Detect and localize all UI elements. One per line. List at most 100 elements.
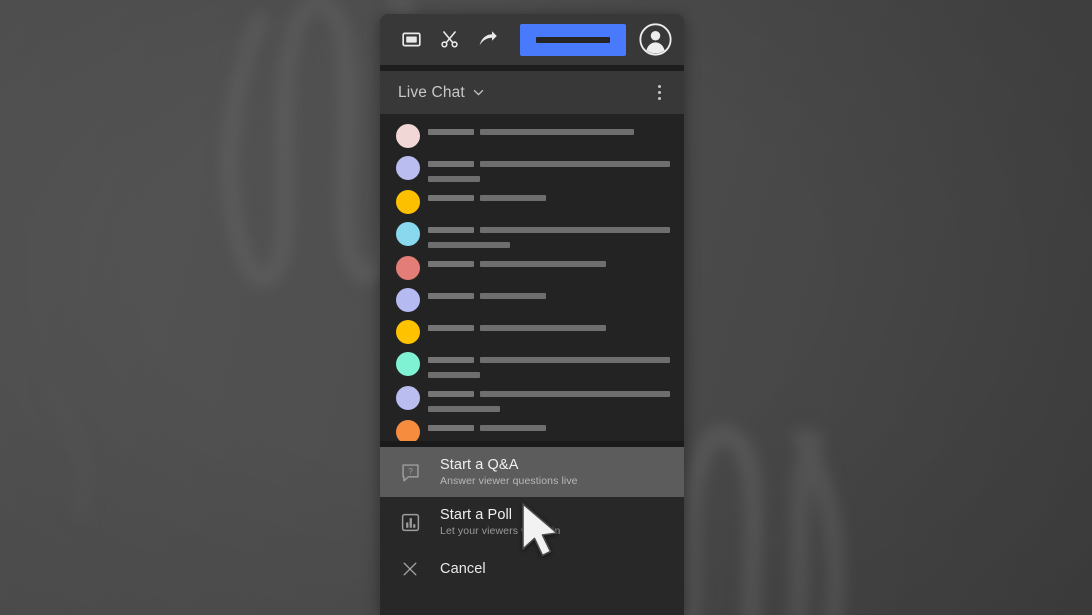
placeholder-text-bar [480, 261, 606, 267]
placeholder-text-bar [480, 195, 546, 201]
placeholder-text-bar [480, 227, 670, 233]
menu-item-title: Start a Poll [440, 506, 513, 523]
chat-message-placeholder [428, 190, 684, 201]
placeholder-author-bar [428, 195, 474, 201]
chat-message-placeholder [428, 420, 684, 431]
chat-message-placeholder [428, 320, 684, 331]
menu-item-cancel[interactable]: Cancel [380, 547, 684, 591]
dot [657, 97, 661, 100]
scissors-icon[interactable] [430, 21, 468, 59]
question-bubble-icon: ? [396, 458, 424, 486]
chat-message-row [380, 152, 684, 186]
redacted-label-bar [536, 36, 610, 43]
svg-text:?: ? [408, 465, 413, 475]
chat-message-row [380, 186, 684, 218]
placeholder-line [428, 425, 684, 431]
menu-item-start-qa[interactable]: ? Start a Q&A Answer viewer questions li… [380, 447, 684, 497]
menu-item-title: Start a Q&A [440, 456, 519, 473]
placeholder-line [428, 129, 684, 135]
placeholder-author-bar [428, 129, 474, 135]
placeholder-line [428, 242, 684, 248]
chat-avatar [396, 124, 420, 148]
placeholder-text-bar [480, 293, 546, 299]
placeholder-author-bar [428, 325, 474, 331]
placeholder-line [428, 406, 684, 412]
placeholder-line [428, 293, 684, 299]
chat-message-placeholder [428, 124, 684, 135]
placeholder-line [428, 391, 684, 397]
placeholder-line [428, 261, 684, 267]
chat-message-row [380, 416, 684, 441]
placeholder-author-bar [428, 227, 474, 233]
placeholder-text-bar [480, 161, 670, 167]
placeholder-author-bar [428, 261, 474, 267]
panel-toolbar [380, 14, 684, 65]
placeholder-author-bar [428, 161, 474, 167]
menu-item-subtitle: Let your viewers weigh in [440, 524, 561, 537]
placeholder-line [428, 372, 684, 378]
chat-message-placeholder [428, 256, 684, 267]
dot [657, 85, 661, 88]
placeholder-line [428, 227, 684, 233]
placeholder-text-bar [428, 406, 500, 412]
cancel-label: Cancel [440, 561, 486, 577]
chat-avatar [396, 320, 420, 344]
menu-item-start-poll[interactable]: Start a Poll Let your viewers weigh in [380, 497, 684, 547]
chat-message-row [380, 348, 684, 382]
placeholder-text-bar [480, 325, 606, 331]
live-chat-panel: Live Chat ? Start a Q&A Answer viewer qu… [380, 14, 684, 615]
chevron-down-icon[interactable] [472, 86, 485, 99]
close-icon [396, 555, 424, 583]
chat-message-placeholder [428, 288, 684, 299]
chat-message-row [380, 252, 684, 284]
menu-item-text: Start a Q&A Answer viewer questions live [440, 457, 578, 488]
menu-item-subtitle: Answer viewer questions live [440, 474, 578, 487]
chat-message-placeholder [428, 386, 684, 412]
chat-avatar [396, 420, 420, 441]
placeholder-line [428, 195, 684, 201]
placeholder-line [428, 161, 684, 167]
bar-chart-icon [396, 508, 424, 536]
more-vertical-icon[interactable] [646, 78, 672, 108]
chat-avatar [396, 190, 420, 214]
chat-avatar [396, 386, 420, 410]
primary-action-button[interactable] [520, 23, 626, 56]
live-chat-title: Live Chat [398, 83, 465, 101]
chat-avatar [396, 156, 420, 180]
placeholder-text-bar [428, 176, 480, 182]
live-chat-header: Live Chat [380, 71, 684, 114]
placeholder-text-bar [480, 425, 546, 431]
chat-avatar [396, 222, 420, 246]
chat-avatar [396, 288, 420, 312]
chat-message-row [380, 316, 684, 348]
share-arrow-icon[interactable] [468, 21, 506, 59]
chat-message-placeholder [428, 352, 684, 378]
placeholder-text-bar [428, 242, 510, 248]
chat-message-placeholder [428, 156, 684, 182]
chat-message-row [380, 284, 684, 316]
placeholder-text-bar [480, 391, 670, 397]
placeholder-line [428, 357, 684, 363]
placeholder-text-bar [480, 129, 634, 135]
account-avatar[interactable] [639, 23, 672, 56]
action-menu: ? Start a Q&A Answer viewer questions li… [380, 447, 684, 590]
screen-share-icon[interactable] [392, 21, 430, 59]
placeholder-line [428, 325, 684, 331]
placeholder-author-bar [428, 293, 474, 299]
placeholder-author-bar [428, 357, 474, 363]
chat-message-list[interactable] [380, 114, 684, 441]
menu-item-text: Start a Poll Let your viewers weigh in [440, 507, 560, 538]
chat-avatar [396, 256, 420, 280]
screen: Live Chat ? Start a Q&A Answer viewer qu… [0, 0, 1092, 615]
chat-message-row [380, 218, 684, 252]
placeholder-text-bar [428, 372, 480, 378]
placeholder-author-bar [428, 391, 474, 397]
placeholder-line [428, 176, 684, 182]
placeholder-text-bar [480, 357, 670, 363]
chat-avatar [396, 352, 420, 376]
chat-message-row [380, 120, 684, 152]
placeholder-author-bar [428, 425, 474, 431]
dot [657, 91, 661, 94]
chat-message-placeholder [428, 222, 684, 248]
chat-message-row [380, 382, 684, 416]
